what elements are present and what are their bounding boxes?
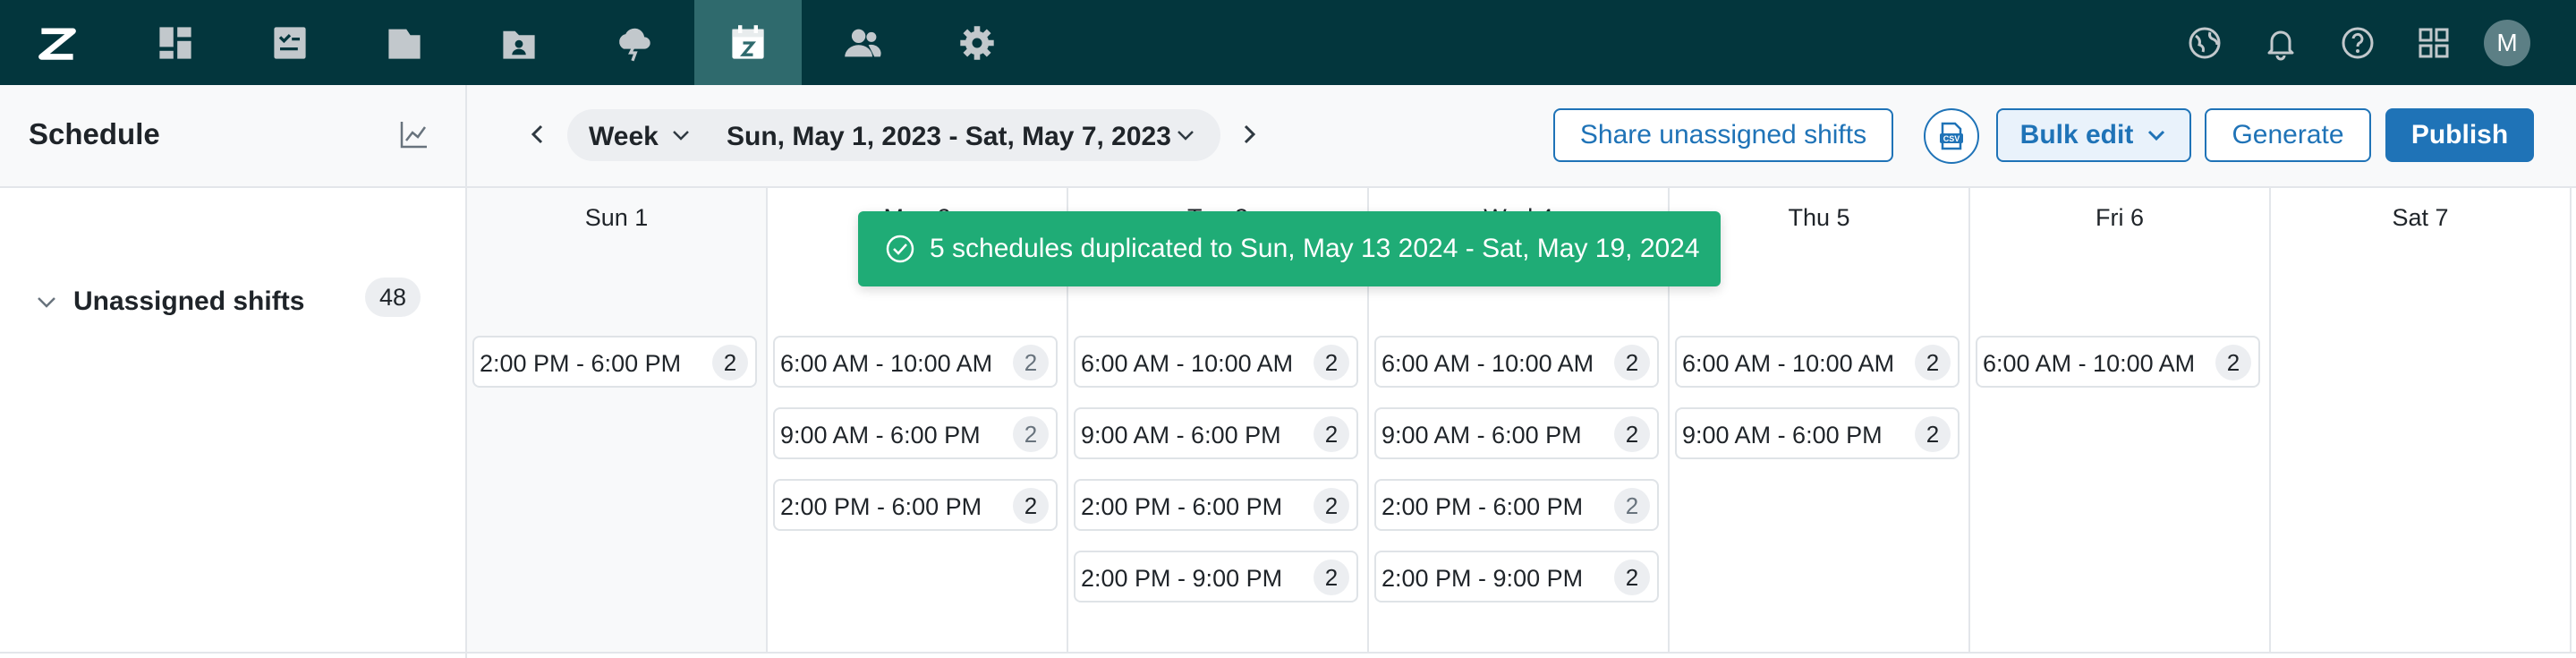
shift-count-badge: 2 [1614,345,1650,380]
shift-time: 6:00 AM - 10:00 AM [1983,350,2196,377]
shift-card[interactable]: 9:00 AM - 6:00 PM 2 [1675,407,1960,459]
unassigned-shifts-toggle[interactable]: Unassigned shifts [36,279,304,324]
toast-message: 5 schedules duplicated to Sun, May 13 20… [930,234,1700,263]
page-title: Schedule [29,117,160,150]
folder-icon[interactable] [351,0,458,85]
date-range-selector: Week Sun, May 1, 2023 - Sat, May 7, 2023 [567,109,1220,161]
shift-card[interactable]: 9:00 AM - 6:00 PM 2 [1374,407,1659,459]
share-unassigned-shifts-button[interactable]: Share unassigned shifts [1553,108,1893,162]
unassigned-count-badge: 48 [365,278,421,317]
shift-count-badge: 2 [1614,560,1650,595]
settings-gear-icon[interactable] [923,0,1031,85]
shift-count-badge: 2 [1614,416,1650,452]
line-chart-icon[interactable] [399,119,429,150]
shift-card[interactable]: 6:00 AM - 10:00 AM 2 [1675,336,1960,388]
user-avatar[interactable]: M [2484,20,2530,66]
check-circle-icon [886,235,914,263]
dashboard-icon[interactable] [122,0,229,85]
shift-count-badge: 2 [1614,488,1650,524]
publish-button[interactable]: Publish [2385,108,2534,162]
unassigned-shifts-label: Unassigned shifts [73,286,305,316]
shift-time: 2:00 PM - 6:00 PM [780,493,982,520]
calendar-icon[interactable] [694,0,802,85]
csv-export-icon: CSV [1940,122,1963,150]
shift-card[interactable]: 2:00 PM - 6:00 PM 2 [472,336,757,388]
previous-week-button[interactable] [520,116,556,152]
shift-time: 6:00 AM - 10:00 AM [1382,350,1594,377]
chevron-down-icon [2148,130,2165,141]
shift-count-badge: 2 [1013,345,1049,380]
globe-icon[interactable] [2172,0,2237,85]
shift-card[interactable]: 2:00 PM - 9:00 PM 2 [1374,551,1659,602]
shift-time: 6:00 AM - 10:00 AM [780,350,993,377]
shift-count-badge: 2 [1314,560,1349,595]
shift-time: 9:00 AM - 6:00 PM [1682,422,1883,449]
shift-card[interactable]: 9:00 AM - 6:00 PM 2 [773,407,1058,459]
shift-card[interactable]: 6:00 AM - 10:00 AM 2 [1074,336,1358,388]
people-icon[interactable] [809,0,916,85]
top-navigation-bar: M [0,0,2576,85]
shift-time: 2:00 PM - 6:00 PM [1382,493,1584,520]
shift-card[interactable]: 2:00 PM - 6:00 PM 2 [1374,479,1659,531]
forecast-cloud-icon[interactable] [580,0,687,85]
shift-count-badge: 2 [1314,488,1349,524]
shift-count-badge: 2 [1314,345,1349,380]
bell-icon[interactable] [2249,0,2313,85]
success-toast: 5 schedules duplicated to Sun, May 13 20… [858,211,1721,286]
next-week-button[interactable] [1231,116,1267,152]
shift-card[interactable]: 6:00 AM - 10:00 AM 2 [773,336,1058,388]
shift-count-badge: 2 [712,345,748,380]
grid-bottom-border [0,652,2576,654]
day-column: Sun 1 2:00 PM - 6:00 PM 2 [467,188,768,654]
shift-time: 9:00 AM - 6:00 PM [780,422,981,449]
chevron-down-icon[interactable] [671,125,691,145]
schedule-sidebar: Unassigned shifts 48 [0,188,465,658]
generate-button[interactable]: Generate [2205,108,2371,162]
contact-card-icon[interactable] [465,0,573,85]
bulk-edit-button[interactable]: Bulk edit [1996,108,2191,162]
view-dropdown[interactable]: Week [589,122,659,152]
day-header: Sun 1 [584,204,649,231]
chevron-left-icon [531,124,543,144]
shift-count-badge: 2 [1013,416,1049,452]
bulk-edit-label: Bulk edit [2019,120,2134,150]
chevron-down-icon[interactable] [1176,125,1195,145]
shift-card[interactable]: 9:00 AM - 6:00 PM 2 [1074,407,1358,459]
reports-icon[interactable] [236,0,344,85]
shift-count-badge: 2 [1915,345,1951,380]
csv-export-button[interactable]: CSV [1924,108,1979,164]
date-range-dropdown[interactable]: Sun, May 1, 2023 - Sat, May 7, 2023 [727,122,1171,152]
shift-time: 9:00 AM - 6:00 PM [1382,422,1582,449]
zendesk-logo-icon[interactable] [4,0,111,85]
header-divider [465,85,467,186]
shift-card[interactable]: 2:00 PM - 6:00 PM 2 [1074,479,1358,531]
chevron-down-icon [38,297,55,308]
shift-time: 6:00 AM - 10:00 AM [1682,350,1895,377]
day-column: Fri 6 6:00 AM - 10:00 AM 2 [1970,188,2271,654]
shift-card[interactable]: 2:00 PM - 9:00 PM 2 [1074,551,1358,602]
shift-card[interactable]: 2:00 PM - 6:00 PM 2 [773,479,1058,531]
day-column: Sat 7 [2271,188,2572,654]
shift-time: 2:00 PM - 6:00 PM [1081,493,1283,520]
shift-time: 9:00 AM - 6:00 PM [1081,422,1281,449]
shift-time: 2:00 PM - 6:00 PM [480,350,682,377]
shift-card[interactable]: 6:00 AM - 10:00 AM 2 [1374,336,1659,388]
shift-count-badge: 2 [1314,416,1349,452]
shift-count-badge: 2 [2215,345,2251,380]
day-header: Fri 6 [2096,204,2144,231]
shift-count-badge: 2 [1915,416,1951,452]
schedule-header: Schedule Week Sun, May 1, 2023 - Sat, Ma… [0,85,2576,188]
shift-card[interactable]: 6:00 AM - 10:00 AM 2 [1976,336,2260,388]
chevron-right-icon [1244,124,1256,144]
day-header: Sat 7 [2392,204,2449,231]
shift-time: 2:00 PM - 9:00 PM [1382,565,1584,592]
svg-text:CSV: CSV [1943,134,1960,143]
apps-grid-icon[interactable] [2402,0,2466,85]
shift-time: 6:00 AM - 10:00 AM [1081,350,1294,377]
help-icon[interactable] [2325,0,2390,85]
shift-count-badge: 2 [1013,488,1049,524]
shift-time: 2:00 PM - 9:00 PM [1081,565,1283,592]
